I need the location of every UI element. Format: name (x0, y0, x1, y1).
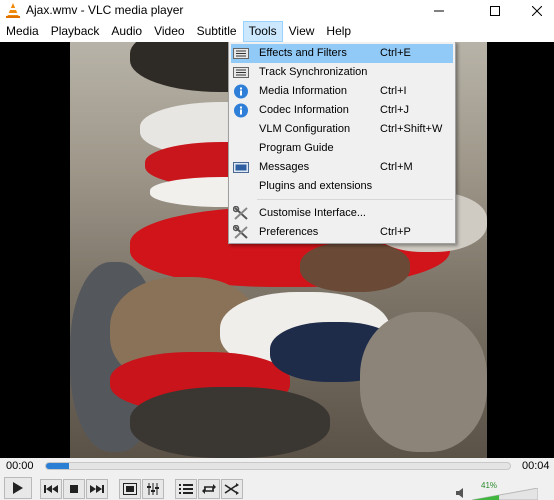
fullscreen-button[interactable] (119, 479, 141, 499)
title-bar: Ajax.wmv - VLC media player (0, 0, 554, 21)
menu-item-customise-interface[interactable]: Customise Interface... (231, 204, 453, 223)
menu-item-shortcut: Ctrl+E (380, 47, 411, 59)
maximize-icon (490, 5, 500, 16)
menu-item-label: Codec Information (259, 104, 349, 116)
minimize-icon (434, 10, 444, 11)
close-icon (532, 5, 542, 16)
menu-item-plugins-and-extensions[interactable]: Plugins and extensions (231, 177, 453, 196)
previous-icon (44, 485, 58, 493)
total-duration: 00:04 (522, 460, 550, 472)
menu-item-label: Messages (259, 161, 310, 173)
info-icon (234, 84, 248, 99)
menu-item-shortcut: Ctrl+Shift+W (380, 123, 443, 135)
volume-slider[interactable] (472, 488, 538, 500)
menu-separator (257, 199, 453, 200)
extended-settings-button[interactable] (142, 479, 164, 499)
menu-item-track-synchronization[interactable]: Track Synchronization (231, 63, 453, 82)
shuffle-icon (224, 483, 239, 495)
menu-item-shortcut: Ctrl+M (380, 161, 413, 173)
play-icon (13, 482, 23, 494)
elapsed-time: 00:00 (6, 460, 34, 472)
tools-dropdown-menu: Effects and Filters Ctrl+E Track Synchro… (228, 42, 456, 244)
menu-audio[interactable]: Audio (105, 21, 148, 42)
menu-item-effects-and-filters[interactable]: Effects and Filters Ctrl+E (231, 44, 453, 63)
next-icon (90, 485, 104, 493)
stop-icon (70, 485, 78, 493)
menu-item-messages[interactable]: Messages Ctrl+M (231, 158, 453, 177)
loop-icon (202, 484, 216, 494)
menu-item-media-information[interactable]: Media Information Ctrl+I (231, 82, 453, 101)
menu-bar: Media Playback Audio Video Subtitle Tool… (0, 21, 554, 42)
menu-subtitle[interactable]: Subtitle (191, 21, 243, 42)
messages-icon (233, 162, 249, 173)
tools-icon (233, 206, 248, 220)
stop-button[interactable] (63, 479, 85, 499)
menu-media[interactable]: Media (0, 21, 45, 42)
menu-item-codec-information[interactable]: Codec Information Ctrl+J (231, 101, 453, 120)
speaker-icon[interactable] (456, 488, 468, 498)
sliders-icon (233, 67, 249, 78)
sliders-icon (233, 48, 249, 59)
window-title: Ajax.wmv - VLC media player (26, 3, 184, 17)
menu-item-label: Preferences (259, 226, 319, 238)
menu-item-label: Customise Interface... (259, 207, 366, 219)
play-button[interactable] (4, 477, 32, 499)
menu-item-label: Media Information (259, 85, 348, 97)
previous-button[interactable] (40, 479, 62, 499)
shuffle-button[interactable] (221, 479, 243, 499)
menu-item-shortcut: Ctrl+J (380, 104, 410, 116)
menu-item-label: Track Synchronization (259, 66, 368, 78)
video-area[interactable]: Effects and Filters Ctrl+E Track Synchro… (0, 42, 554, 458)
menu-item-label: Effects and Filters (259, 47, 347, 59)
tools-icon (233, 225, 248, 239)
menu-playback[interactable]: Playback (45, 21, 106, 42)
control-bar: 41% (0, 475, 554, 500)
next-button[interactable] (86, 479, 108, 499)
info-icon (234, 103, 248, 118)
seek-slider[interactable] (45, 462, 511, 470)
seek-progress (46, 463, 70, 469)
menu-item-preferences[interactable]: Preferences Ctrl+P (231, 223, 453, 242)
seek-row: 00:00 00:04 (0, 458, 554, 475)
menu-item-label: VLM Configuration (259, 123, 351, 135)
menu-item-shortcut: Ctrl+I (380, 85, 407, 97)
vlc-cone-icon (6, 3, 20, 18)
minimize-button[interactable] (416, 0, 462, 21)
maximize-button[interactable] (472, 0, 518, 21)
loop-button[interactable] (198, 479, 220, 499)
menu-item-label: Program Guide (259, 142, 334, 154)
menu-tools[interactable]: Tools (242, 21, 283, 42)
menu-view[interactable]: View (283, 21, 321, 42)
menu-item-shortcut: Ctrl+P (380, 226, 411, 238)
close-button[interactable] (514, 0, 554, 21)
fullscreen-icon (123, 483, 137, 495)
playlist-icon (179, 484, 193, 494)
menu-video[interactable]: Video (148, 21, 190, 42)
menu-help[interactable]: Help (320, 21, 357, 42)
equalizer-icon (147, 483, 159, 495)
playlist-button[interactable] (175, 479, 197, 499)
menu-item-vlm-configuration[interactable]: VLM Configuration Ctrl+Shift+W (231, 120, 453, 139)
menu-item-label: Plugins and extensions (259, 180, 373, 192)
menu-item-program-guide[interactable]: Program Guide (231, 139, 453, 158)
